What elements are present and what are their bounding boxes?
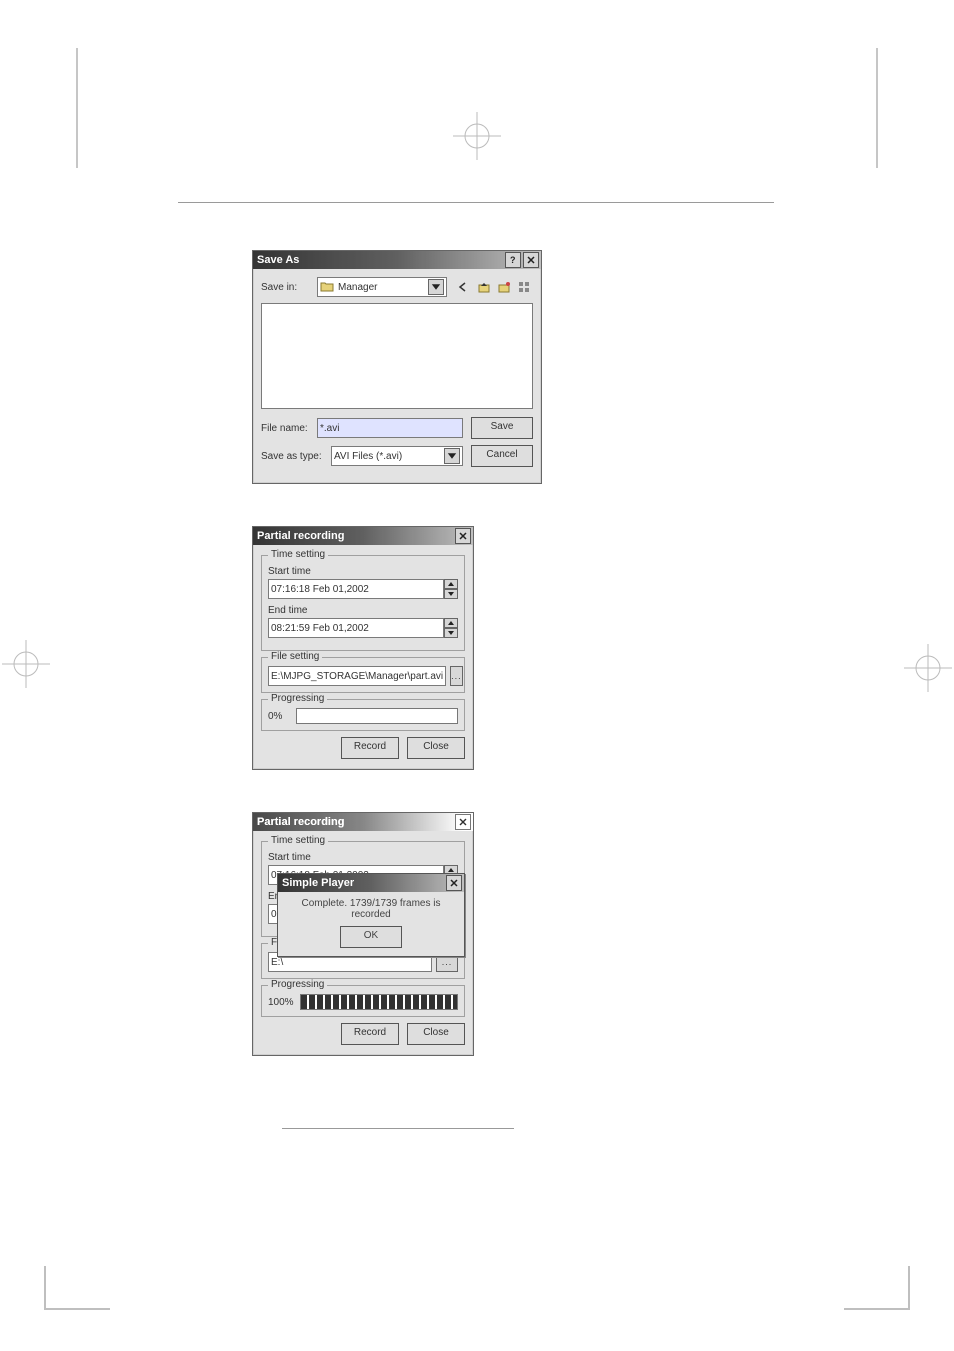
views-icon[interactable]	[515, 279, 533, 295]
save-in-value: Manager	[338, 282, 426, 293]
start-time-spinner[interactable]	[444, 579, 458, 599]
svg-text:?: ?	[510, 255, 516, 265]
start-time-input[interactable]: 07:16:18 Feb 01,2002	[268, 579, 444, 599]
end-time-spinner[interactable]	[444, 618, 458, 638]
save-in-combo[interactable]: Manager	[317, 277, 447, 297]
page-header-rule	[178, 202, 774, 203]
close-icon[interactable]	[523, 252, 539, 268]
chevron-down-icon[interactable]	[444, 448, 460, 464]
crop-mark-bottom-left	[44, 1266, 110, 1310]
message-box-titlebar: Simple Player	[278, 874, 464, 892]
save-as-title: Save As	[257, 254, 503, 266]
registration-mark-top	[453, 112, 501, 160]
start-time-label: Start time	[268, 566, 458, 577]
progressing-group: Progressing 100%	[261, 985, 465, 1017]
record-button[interactable]: Record	[341, 737, 399, 759]
time-setting-legend: Time setting	[268, 835, 328, 846]
end-time-label: End time	[268, 605, 458, 616]
chevron-down-icon[interactable]	[428, 279, 444, 295]
save-button[interactable]: Save	[471, 417, 533, 439]
close-button[interactable]: Close	[407, 737, 465, 759]
folder-icon	[320, 279, 334, 296]
message-box-title: Simple Player	[282, 877, 444, 889]
file-setting-group: File setting E:\MJPG_STORAGE\Manager\par…	[261, 657, 465, 693]
cancel-button[interactable]: Cancel	[471, 445, 533, 467]
up-folder-icon[interactable]	[475, 279, 493, 295]
file-name-label: File name:	[261, 423, 317, 434]
page-gutter-left	[76, 48, 78, 168]
partial-recording-dialog-complete: Partial recording Time setting Start tim…	[252, 812, 474, 1056]
close-icon[interactable]	[446, 875, 462, 891]
partial-recording-title: Partial recording	[257, 530, 453, 542]
time-setting-legend: Time setting	[268, 549, 328, 560]
start-time-label: Start time	[268, 852, 458, 863]
close-button[interactable]: Close	[407, 1023, 465, 1045]
partial-recording-titlebar: Partial recording	[253, 813, 473, 831]
chevron-down-icon[interactable]	[444, 628, 458, 638]
progress-percent: 100%	[268, 997, 300, 1008]
page-gutter-right	[876, 48, 878, 168]
progress-bar	[296, 708, 458, 724]
progressing-legend: Progressing	[268, 693, 327, 704]
registration-mark-left	[2, 640, 50, 688]
partial-recording-title: Partial recording	[257, 816, 453, 828]
file-setting-legend: File setting	[268, 651, 322, 662]
partial-recording-titlebar: Partial recording	[253, 527, 473, 545]
chevron-up-icon[interactable]	[444, 618, 458, 628]
save-as-type-label: Save as type:	[261, 451, 331, 462]
file-name-value: *.avi	[320, 423, 339, 434]
chevron-down-icon[interactable]	[444, 589, 458, 599]
chevron-up-icon[interactable]	[444, 579, 458, 589]
registration-mark-right	[904, 644, 952, 692]
save-as-type-combo[interactable]: AVI Files (*.avi)	[331, 446, 463, 466]
new-folder-icon[interactable]	[495, 279, 513, 295]
file-path-input[interactable]: E:\MJPG_STORAGE\Manager\part.avi	[268, 666, 446, 686]
close-icon[interactable]	[455, 528, 471, 544]
browse-button[interactable]: ...	[450, 666, 463, 686]
file-name-input[interactable]: *.avi	[317, 418, 463, 438]
partial-recording-dialog: Partial recording Time setting Start tim…	[252, 526, 474, 770]
progressing-legend: Progressing	[268, 979, 327, 990]
help-icon[interactable]: ?	[505, 252, 521, 268]
time-setting-group: Time setting Start time 07:16:18 Feb 01,…	[261, 555, 465, 651]
complete-message-box: Simple Player Complete. 1739/1739 frames…	[277, 873, 465, 957]
progress-percent: 0%	[268, 711, 296, 722]
save-as-titlebar: Save As ?	[253, 251, 541, 269]
progressing-group: Progressing 0%	[261, 699, 465, 731]
save-as-dialog: Save As ? Save in: Manager	[252, 250, 542, 484]
message-box-text: Complete. 1739/1739 frames is recorded	[286, 898, 456, 920]
save-as-type-value: AVI Files (*.avi)	[334, 451, 442, 462]
record-button[interactable]: Record	[341, 1023, 399, 1045]
file-list-pane[interactable]	[261, 303, 533, 409]
save-in-label: Save in:	[261, 282, 317, 293]
crop-mark-bottom-right	[844, 1266, 910, 1310]
end-time-input[interactable]: 08:21:59 Feb 01,2002	[268, 618, 444, 638]
ok-button[interactable]: OK	[340, 926, 402, 948]
close-icon[interactable]	[455, 814, 471, 830]
back-arrow-icon[interactable]	[455, 279, 473, 295]
page-footer-rule	[282, 1128, 514, 1129]
progress-bar	[300, 994, 458, 1010]
